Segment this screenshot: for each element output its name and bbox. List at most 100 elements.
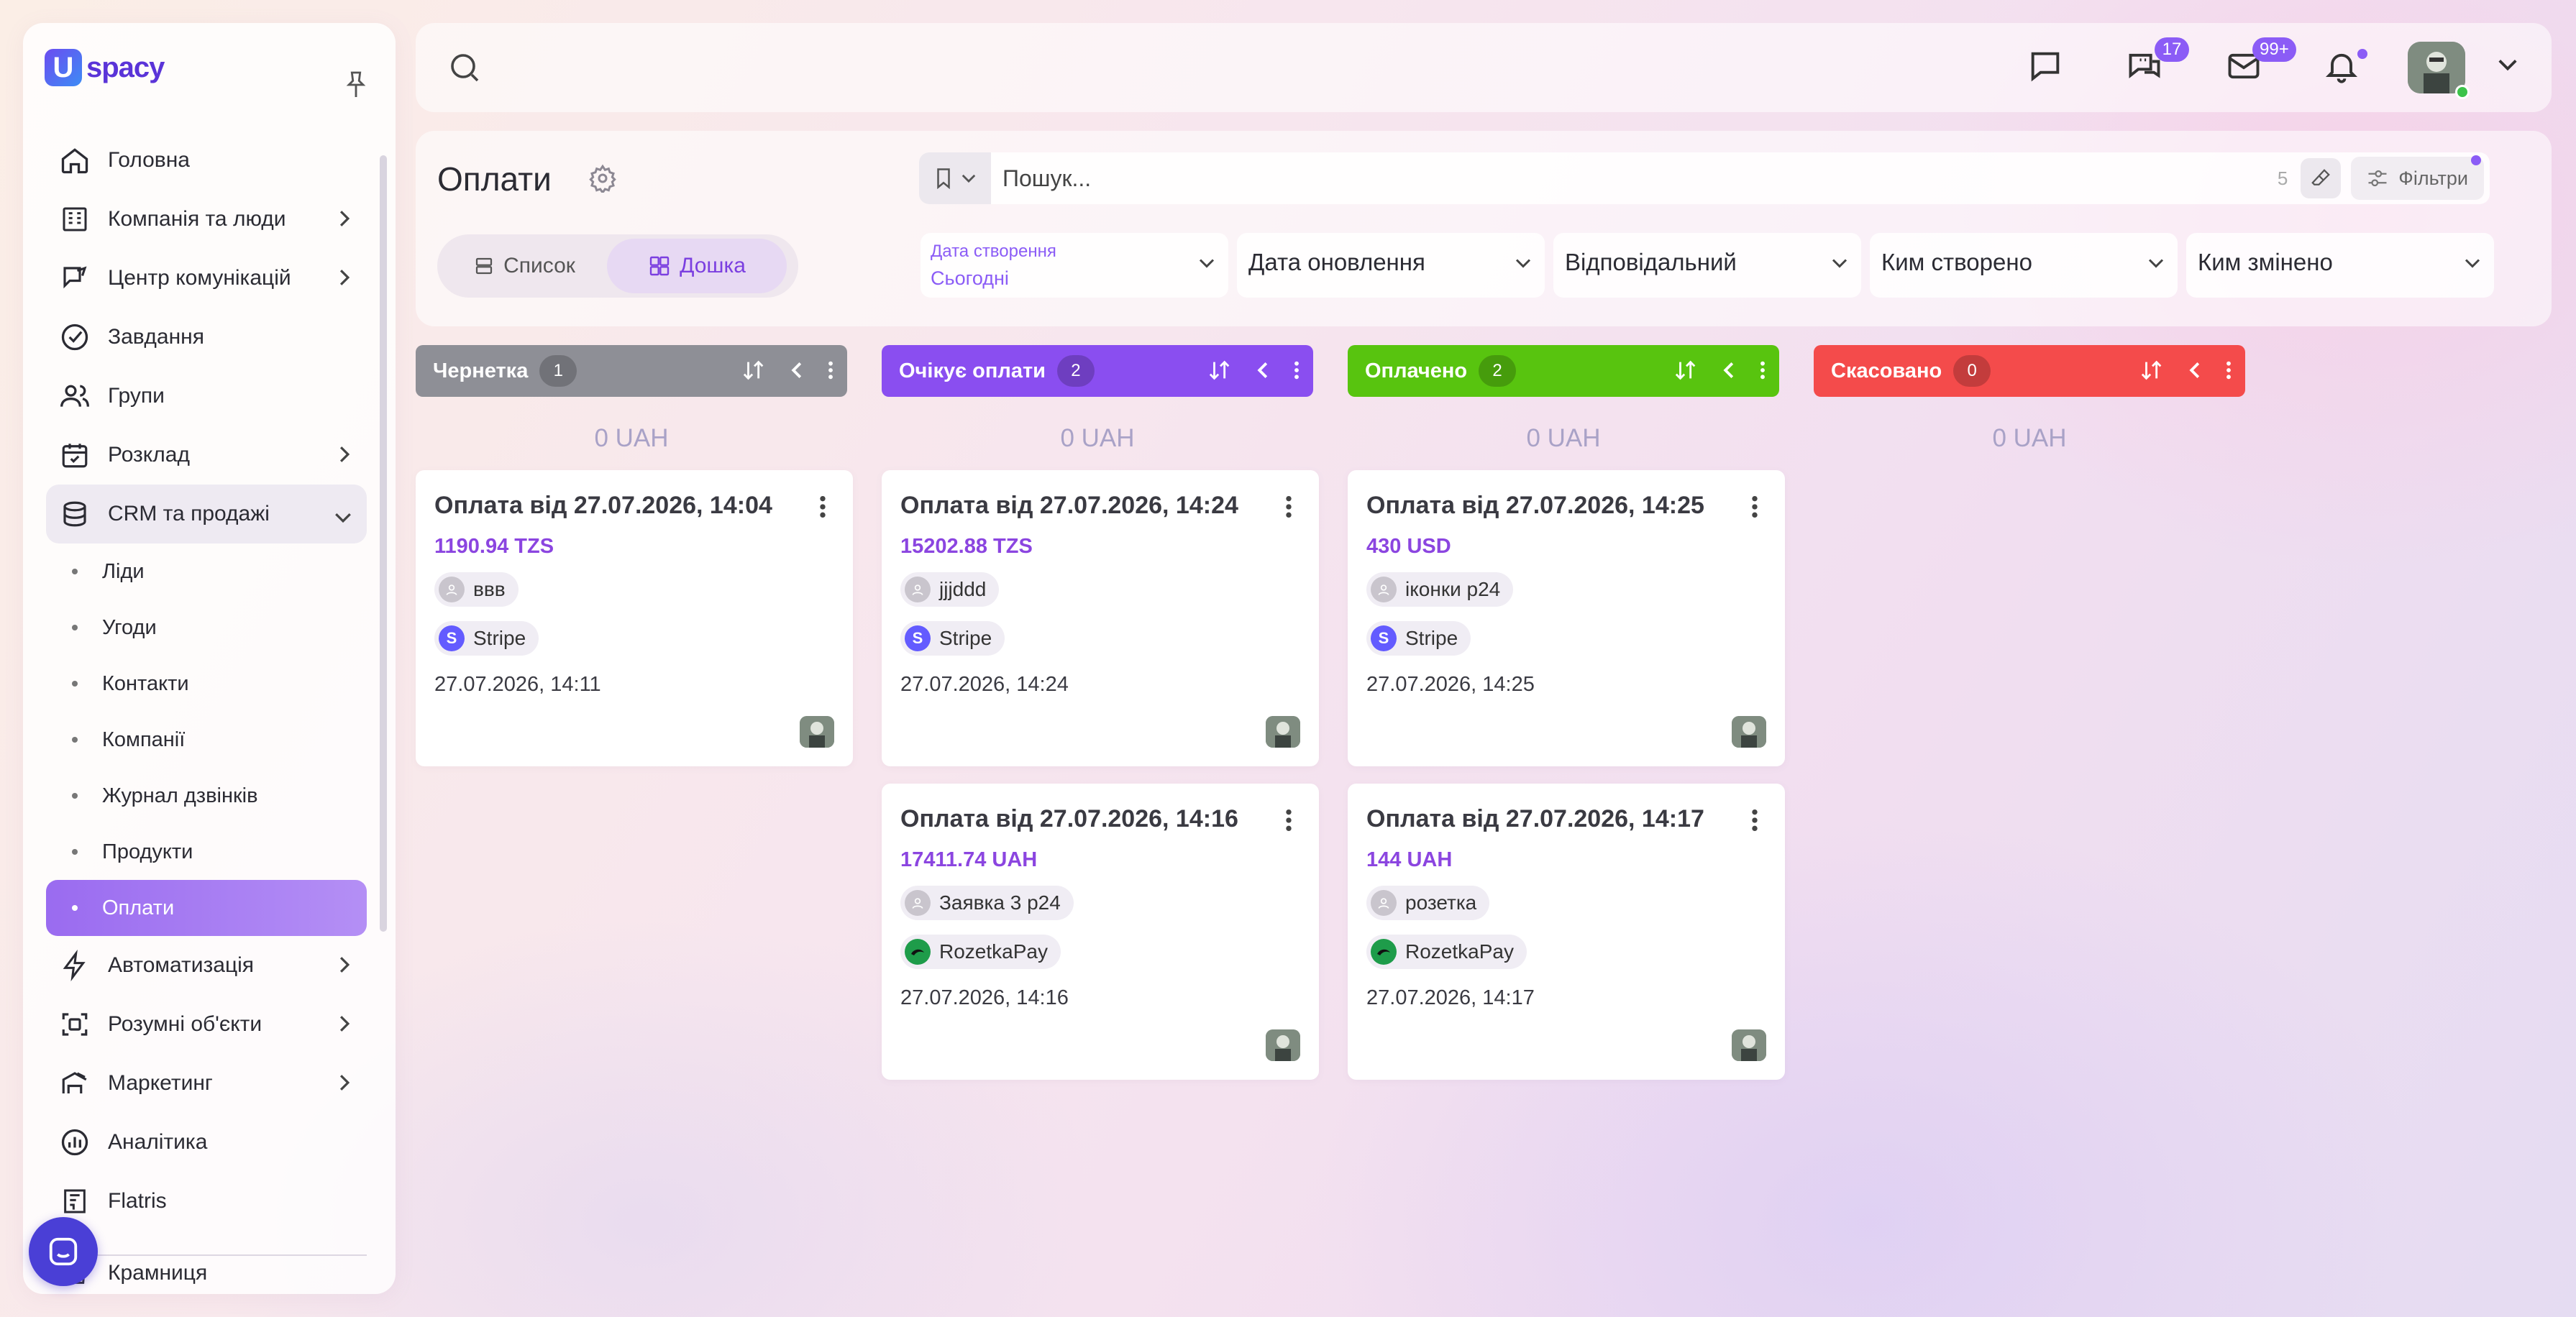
chevron-down-icon[interactable]: [2497, 58, 2518, 75]
more-vertical-icon[interactable]: [1293, 360, 1300, 386]
sort-icon[interactable]: [1674, 359, 1699, 387]
sidebar-item-label: Автоматизація: [108, 953, 255, 977]
sidebar-item-flatris[interactable]: Flatris: [46, 1172, 367, 1231]
logo[interactable]: U spacy: [45, 49, 165, 86]
contact-chip[interactable]: ввв: [434, 572, 519, 607]
chevron-down-icon: [2464, 257, 2481, 272]
sidebar-subitem-companies[interactable]: Компанії: [46, 712, 367, 768]
search-icon[interactable]: [447, 50, 482, 88]
responsible-avatar[interactable]: [1266, 1029, 1300, 1061]
responsible-avatar[interactable]: [800, 716, 834, 748]
sidebar-subitem-deals[interactable]: Угоди: [46, 600, 367, 656]
column-header[interactable]: Оплачено 2: [1348, 345, 1779, 397]
support-chat-button[interactable]: [29, 1217, 98, 1286]
user-avatar[interactable]: [2408, 42, 2465, 93]
pin-icon[interactable]: [344, 70, 368, 103]
collapse-icon[interactable]: [1723, 361, 1735, 385]
more-vertical-icon[interactable]: [1284, 808, 1293, 836]
more-vertical-icon[interactable]: [1759, 360, 1766, 386]
column-actions: [1208, 359, 1300, 387]
board-column: Очікує оплати 2 0 UAH: [882, 345, 1313, 464]
message-icon[interactable]: [2027, 47, 2064, 88]
contact-chip[interactable]: іконки p24: [1366, 572, 1514, 607]
responsible-avatar[interactable]: [1732, 716, 1766, 748]
sidebar-scrollbar[interactable]: [380, 155, 387, 932]
sidebar-item-communication[interactable]: Центр комунікацій: [46, 249, 367, 308]
more-vertical-icon[interactable]: [1284, 495, 1293, 523]
responsible-avatar[interactable]: [1266, 716, 1300, 748]
filter-updated-date[interactable]: Дата оновлення: [1237, 233, 1545, 298]
sidebar-subitem-leads[interactable]: Ліди: [46, 543, 367, 600]
lightning-icon: [58, 948, 92, 983]
sidebar-item-analytics[interactable]: Аналітика: [46, 1113, 367, 1172]
column-header[interactable]: Чернетка 1: [416, 345, 847, 397]
column-header[interactable]: Скасовано 0: [1814, 345, 2245, 397]
more-vertical-icon[interactable]: [818, 495, 827, 523]
gear-icon[interactable]: [588, 164, 617, 196]
card-amount: 430 USD: [1366, 535, 1451, 558]
collapse-icon[interactable]: [2189, 361, 2201, 385]
filter-created-date[interactable]: Дата створення Сьогодні: [921, 233, 1228, 298]
column-header[interactable]: Очікує оплати 2: [882, 345, 1313, 397]
sidebar-subitem-contacts[interactable]: Контакти: [46, 656, 367, 712]
contact-avatar-icon: [1371, 890, 1397, 916]
column-actions: [2140, 359, 2232, 387]
payment-card[interactable]: Оплата від 27.07.2026, 14:25 430 USD іконк…: [1348, 470, 1785, 766]
contact-chip[interactable]: jjjddd: [900, 572, 1000, 607]
more-vertical-icon[interactable]: [1750, 495, 1759, 523]
filter-created-by[interactable]: Ким створено: [1870, 233, 2178, 298]
gateway-chip[interactable]: S Stripe: [1366, 621, 1471, 656]
flatris-icon: [58, 1184, 92, 1219]
card-date: 27.07.2026, 14:16: [900, 986, 1069, 1009]
communication-icon: [58, 261, 92, 295]
collapse-icon[interactable]: [791, 361, 803, 385]
payment-card[interactable]: Оплата від 27.07.2026, 14:24 15202.88 TZS…: [882, 470, 1319, 766]
sidebar-item-company[interactable]: Компанія та люди: [46, 190, 367, 249]
bell-icon[interactable]: [2323, 47, 2360, 88]
clear-filters-button[interactable]: [2301, 158, 2342, 198]
payment-card[interactable]: Оплата від 27.07.2026, 14:16 17411.74 UAH…: [882, 784, 1319, 1080]
gateway-chip[interactable]: RozetkaPay: [900, 935, 1061, 969]
filter-modified-by[interactable]: Ким змінено: [2186, 233, 2494, 298]
saved-filters-button[interactable]: [919, 152, 991, 204]
board-column: Чернетка 1 0 UAH: [416, 345, 847, 464]
sidebar-subitem-call-log[interactable]: Журнал дзвінків: [46, 768, 367, 824]
search-input[interactable]: [991, 165, 2278, 192]
topbar: 17 99+: [416, 23, 2552, 112]
collapse-icon[interactable]: [1257, 361, 1269, 385]
page-header: Оплати Список Дошка 5 Фільтри Дата створ…: [416, 131, 2552, 326]
more-vertical-icon[interactable]: [1750, 808, 1759, 836]
gateway-chip[interactable]: S Stripe: [434, 621, 539, 656]
column-total: 0 UAH: [1526, 424, 1601, 452]
sidebar-nav: Головна Компанія та люди Центр комунікац…: [46, 131, 367, 1294]
sidebar-item-smart-objects[interactable]: Розумні об'єкти: [46, 995, 367, 1054]
gateway-chip[interactable]: S Stripe: [900, 621, 1005, 656]
sidebar-item-schedule[interactable]: Розклад: [46, 426, 367, 485]
sort-icon[interactable]: [1208, 359, 1233, 387]
sidebar-item-automation[interactable]: Автоматизація: [46, 936, 367, 995]
sort-icon[interactable]: [2140, 359, 2165, 387]
sidebar-item-marketing[interactable]: Маркетинг: [46, 1054, 367, 1113]
gateway-chip[interactable]: RozetkaPay: [1366, 935, 1527, 969]
payment-card[interactable]: Оплата від 27.07.2026, 14:17 144 UAH розет…: [1348, 784, 1785, 1080]
sort-icon[interactable]: [742, 359, 767, 387]
more-vertical-icon[interactable]: [2225, 360, 2232, 386]
list-view-button[interactable]: Список: [442, 239, 607, 293]
online-status-dot: [2455, 85, 2470, 99]
responsible-avatar[interactable]: [1732, 1029, 1766, 1061]
board-view-button[interactable]: Дошка: [607, 239, 787, 293]
sidebar-item-tasks[interactable]: Завдання: [46, 308, 367, 367]
sidebar-item-crm[interactable]: CRM та продажі: [46, 485, 367, 543]
sidebar-subitem-payments[interactable]: Оплати: [46, 880, 367, 936]
contact-chip[interactable]: Заявка 3 p24: [900, 886, 1074, 920]
column-total: 0 UAH: [1992, 424, 2067, 452]
more-vertical-icon[interactable]: [827, 360, 834, 386]
payment-card[interactable]: Оплата від 27.07.2026, 14:04 1190.94 TZS в…: [416, 470, 853, 766]
contact-chip[interactable]: розетка: [1366, 886, 1490, 920]
contact-avatar-icon: [905, 577, 931, 602]
sidebar-subitem-products[interactable]: Продукти: [46, 824, 367, 880]
sidebar-item-groups[interactable]: Групи: [46, 367, 367, 426]
sidebar-item-home[interactable]: Головна: [46, 131, 367, 190]
filter-responsible[interactable]: Відповідальний: [1553, 233, 1861, 298]
filters-button[interactable]: Фільтри: [2351, 155, 2484, 200]
